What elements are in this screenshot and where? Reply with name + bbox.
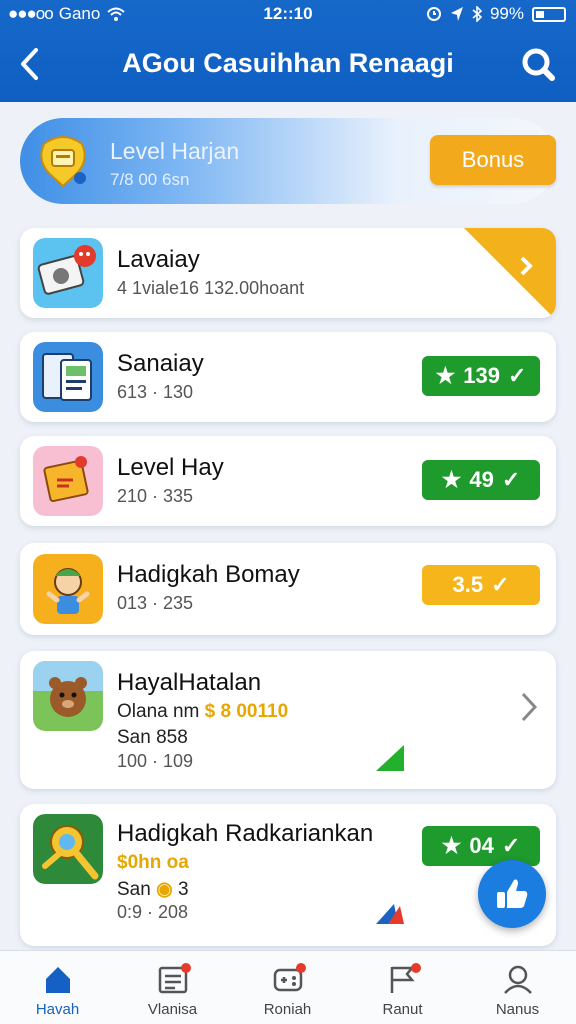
- kid-character-icon: [33, 554, 103, 624]
- profile-icon: [504, 965, 532, 994]
- item-subtitle: 613 · 130: [117, 382, 194, 402]
- item-price: $0hn oa: [117, 852, 189, 873]
- item-title: Lavaiay: [117, 246, 200, 273]
- trend-chart-icon: [376, 904, 404, 924]
- list-item[interactable]: Sanaiay 613 · 130 ★ 139 ✓: [20, 332, 556, 422]
- list-item[interactable]: HayalHatalan Olana nm $ 8 00110 San 858 …: [20, 651, 556, 789]
- check-icon: ✓: [501, 833, 521, 858]
- item-detail: San ◉ 3: [117, 878, 189, 901]
- item-detail: San 858: [117, 727, 188, 748]
- item-subtitle: 013 · 235: [117, 593, 194, 613]
- tab-games[interactable]: Roniah: [230, 951, 345, 1024]
- location-icon: [450, 7, 463, 21]
- item-title: Hadigkah Radkariankan: [117, 820, 374, 847]
- bear-character-icon: [33, 661, 103, 731]
- bonus-button[interactable]: Bonus: [430, 135, 556, 185]
- app-header: ●●●oo Gano 12::10 99% AGou Casuihhan Ren…: [0, 0, 576, 102]
- trend-up-icon: [376, 745, 404, 771]
- tab-label: Roniah: [263, 1001, 312, 1018]
- tab-flag[interactable]: Ranut: [345, 951, 460, 1024]
- level-subtitle: 7/8 00 6sn: [110, 170, 190, 189]
- list-item[interactable]: Lavaiay 4 1viale16 132.00hoant: [20, 228, 556, 318]
- item-title: HayalHatalan: [117, 669, 262, 696]
- tab-label: Havah: [35, 1001, 80, 1018]
- list-item[interactable]: Hadigkah Bomay 013 · 235 3.5 ✓: [20, 543, 556, 635]
- corner-ribbon-icon: [464, 228, 556, 318]
- reward-value: 49: [469, 467, 494, 492]
- tablet-app-icon: [33, 342, 103, 412]
- item-subtitle: 0:9 · 208: [117, 902, 189, 922]
- search-icon: [522, 48, 555, 81]
- coin-stack-icon: ◉: [156, 879, 173, 900]
- check-icon: ✓: [501, 467, 521, 492]
- item-subtitle: 100 · 109: [117, 751, 194, 771]
- star-icon: ★: [441, 467, 462, 492]
- item-price-line: Olana nm $ 8 00110: [117, 701, 288, 723]
- level-card: Level Harjan 7/8 00 6sn Bonus: [20, 118, 556, 204]
- reward-value: 139: [463, 363, 500, 388]
- tab-label: Vlanisa: [147, 1001, 198, 1018]
- item-title: Hadigkah Bomay: [117, 561, 300, 588]
- bottom-tab-bar: Havah Vlanisa Roniah Ranut Nanus: [0, 950, 576, 1024]
- tab-list[interactable]: Vlanisa: [115, 951, 230, 1024]
- tab-label: Ranut: [382, 1001, 423, 1018]
- reward-badge-button[interactable]: ★ 49 ✓: [422, 460, 540, 500]
- tab-home[interactable]: Havah: [0, 951, 115, 1024]
- alarm-icon: [426, 7, 441, 21]
- level-title: Level Harjan: [110, 138, 240, 164]
- search-button[interactable]: [520, 46, 556, 82]
- folder-note-icon: [33, 446, 103, 516]
- notification-dot: [296, 963, 306, 973]
- item-subtitle: 4 1viale16 132.00hoant: [117, 278, 305, 298]
- star-icon: ★: [441, 833, 462, 858]
- page-title: AGou Casuihhan Renaagi: [122, 48, 454, 78]
- reward-badge-button[interactable]: ★ 139 ✓: [422, 356, 540, 396]
- check-icon: ✓: [491, 572, 510, 597]
- key-treasure-icon: [33, 814, 103, 884]
- item-title: Sanaiay: [117, 350, 204, 377]
- notification-dot: [411, 963, 421, 973]
- list-item[interactable]: Level Hay 210 · 335 ★ 49 ✓: [20, 436, 556, 526]
- reward-value: 04: [469, 833, 494, 858]
- level-badge-icon: [40, 136, 86, 188]
- star-icon: ★: [435, 363, 456, 388]
- chevron-right-icon: [521, 692, 538, 722]
- thumbs-up-icon: [497, 879, 528, 908]
- item-price-prefix: Olana nm: [117, 701, 200, 722]
- reward-value: 3.5: [452, 572, 484, 597]
- camera-game-icon: [33, 238, 103, 308]
- battery-percent: 99%: [489, 4, 524, 23]
- navigation-bar: AGou Casuihhan Renaagi: [0, 36, 576, 92]
- item-subtitle: 210 · 335: [117, 486, 194, 506]
- item-price: $ 8 00110: [204, 701, 289, 722]
- item-detail-prefix: San: [117, 879, 151, 900]
- home-icon: [46, 967, 70, 993]
- status-right: 99%: [426, 4, 566, 24]
- list-item[interactable]: Hadigkah Radkariankan $0hn oa San ◉ 3 0:…: [20, 804, 556, 946]
- check-icon: ✓: [508, 363, 527, 388]
- bluetooth-icon: [472, 6, 482, 22]
- tab-label: Nanus: [495, 1001, 540, 1018]
- thumbs-up-fab-button[interactable]: [478, 860, 546, 928]
- tab-profile[interactable]: Nanus: [460, 951, 575, 1024]
- battery-icon: [532, 6, 566, 22]
- status-bar: ●●●oo Gano 12::10 99%: [0, 0, 576, 28]
- notification-dot: [181, 963, 191, 973]
- reward-badge-button[interactable]: 3.5 ✓: [422, 565, 540, 605]
- item-title: Level Hay: [117, 454, 224, 481]
- item-detail-suffix: 3: [177, 879, 189, 900]
